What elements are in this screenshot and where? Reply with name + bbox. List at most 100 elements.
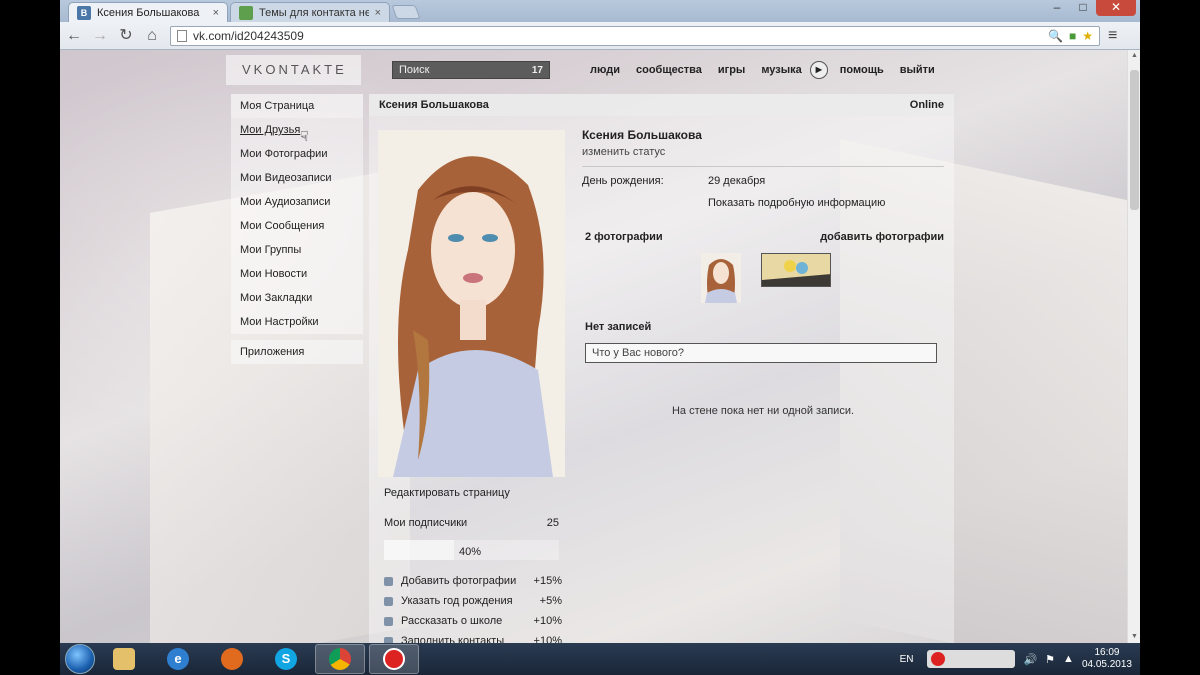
browser-toolbar: ← → ↻ ⌂ vk.com/id204243509 🔍 ■ ★ ≡ — [60, 22, 1140, 50]
nav-music[interactable]: музыка — [761, 64, 801, 76]
scroll-thumb[interactable] — [1130, 70, 1139, 210]
school-icon — [384, 616, 393, 626]
reload-button[interactable]: ↻ — [114, 25, 138, 47]
menu-applications[interactable]: Приложения — [231, 340, 363, 364]
back-button[interactable]: ← — [62, 25, 86, 47]
menu-my-groups[interactable]: Мои Группы — [231, 238, 363, 262]
close-window-button[interactable]: ✕ — [1096, 0, 1136, 16]
subscribers-row[interactable]: Мои подписчики 25 — [384, 517, 559, 529]
taskbar-chrome[interactable] — [315, 644, 365, 674]
page-scrollbar[interactable]: ▲ ▼ — [1127, 50, 1140, 643]
menu-label: Мои Фотографии — [240, 148, 328, 160]
tab-close-icon[interactable]: × — [213, 7, 219, 19]
menu-my-settings[interactable]: Мои Настройки — [231, 310, 363, 334]
task-value: +10% — [533, 615, 562, 627]
forward-button[interactable]: → — [88, 25, 112, 47]
browser-tabstrip: В Ксения Большакова × Темы для контакта … — [60, 0, 1140, 22]
camera-icon — [384, 576, 393, 586]
new-tab-button[interactable] — [391, 5, 421, 19]
menu-my-audio[interactable]: Мои Аудиозаписи — [231, 190, 363, 214]
menu-my-photos[interactable]: Мои Фотографии — [231, 142, 363, 166]
clock-date: 04.05.2013 — [1081, 659, 1132, 670]
taskbar-explorer[interactable] — [99, 644, 149, 674]
letterbox-right — [1140, 0, 1200, 675]
nav-games[interactable]: игры — [718, 64, 745, 76]
windows-taskbar: e S EN 🔊 ⚑ ▲ 16:09 04.05.2013 — [60, 643, 1140, 675]
profile-header-name: Ксения Большакова — [379, 99, 489, 111]
language-indicator[interactable]: EN — [900, 654, 914, 665]
menu-label: Мои Новости — [240, 268, 308, 280]
nav-help[interactable]: помощь — [840, 64, 884, 76]
task-label: Добавить фотографии — [401, 575, 517, 587]
photo-thumbnail[interactable] — [761, 253, 831, 287]
wall-post-input[interactable]: Что у Вас нового? — [585, 343, 937, 363]
profile-panel: Ксения Большакова Online Редактировать с… — [369, 94, 954, 647]
change-status-link[interactable]: изменить статус — [582, 146, 944, 158]
birthday-value[interactable]: 29 декабря — [708, 175, 765, 187]
menu-label: Моя Страница — [240, 100, 315, 112]
edit-page-link[interactable]: Редактировать страницу — [384, 487, 510, 499]
task-school[interactable]: Рассказать о школе +10% — [384, 615, 562, 627]
minimize-button[interactable]: – — [1044, 0, 1070, 16]
profile-info-column: Ксения Большакова изменить статус День р… — [582, 128, 944, 417]
taskbar-internet-explorer[interactable]: e — [153, 644, 203, 674]
taskbar-skype[interactable]: S — [261, 644, 311, 674]
task-birth-year[interactable]: Указать год рождения +5% — [384, 595, 562, 607]
taskbar-recorder[interactable] — [369, 644, 419, 674]
menu-my-videos[interactable]: Мои Видеозаписи — [231, 166, 363, 190]
menu-my-messages[interactable]: Мои Сообщения — [231, 214, 363, 238]
menu-label: Мои Сообщения — [240, 220, 325, 232]
menu-label: Мои Группы — [240, 244, 302, 256]
nav-people[interactable]: люди — [590, 64, 620, 76]
flag-icon[interactable]: ⚑ — [1045, 653, 1055, 666]
start-button[interactable] — [65, 644, 95, 674]
photo-thumbnail[interactable] — [701, 253, 741, 303]
tab-vk-profile[interactable]: В Ксения Большакова × — [68, 2, 228, 22]
vk-logo[interactable]: VKONTAKTE — [226, 55, 361, 85]
menu-my-friends[interactable]: Мои Друзья — [231, 118, 363, 142]
profile-avatar[interactable] — [378, 130, 565, 477]
tab-themes[interactable]: Темы для контакта не по × — [230, 2, 390, 22]
bookmark-star-icon[interactable]: ★ — [1082, 29, 1093, 43]
recorder-controls[interactable] — [927, 650, 1016, 668]
photos-count[interactable]: 2 фотографии — [585, 231, 663, 243]
show-details-link[interactable]: Показать подробную информацию — [708, 197, 944, 209]
network-icon[interactable]: ▲ — [1063, 653, 1074, 665]
record-stop-icon[interactable] — [931, 652, 946, 666]
menu-my-bookmarks[interactable]: Мои Закладки — [231, 286, 363, 310]
volume-icon[interactable]: 🔊 — [1023, 653, 1037, 666]
play-icon[interactable]: ▶ — [809, 61, 828, 79]
vk-left-menu: Моя Страница Мои Друзья Мои Фотографии М… — [231, 94, 363, 364]
nav-logout[interactable]: выйти — [900, 64, 935, 76]
firefox-icon — [221, 648, 243, 670]
page-icon — [177, 29, 187, 42]
thumbnail-image — [762, 254, 830, 286]
home-button[interactable]: ⌂ — [140, 25, 164, 47]
browser-menu-icon[interactable]: ≡ — [1108, 27, 1117, 45]
vk-search-box[interactable]: Поиск 17 — [392, 61, 550, 79]
extension-icon[interactable]: ■ — [1069, 29, 1076, 43]
taskbar-clock[interactable]: 16:09 04.05.2013 — [1082, 647, 1132, 671]
address-bar[interactable]: vk.com/id204243509 🔍 ■ ★ — [170, 25, 1100, 46]
task-value: +5% — [539, 595, 562, 607]
menu-label: Мои Друзья — [240, 124, 301, 136]
page-favicon-icon — [239, 5, 253, 20]
zoom-icon[interactable]: 🔍 — [1048, 29, 1063, 43]
taskbar-firefox[interactable] — [207, 644, 257, 674]
menu-label: Мои Аудиозаписи — [240, 196, 331, 208]
tab-close-icon[interactable]: × — [375, 7, 381, 19]
task-label: Рассказать о школе — [401, 615, 503, 627]
profile-completion-fill — [384, 540, 454, 560]
menu-my-news[interactable]: Мои Новости — [231, 262, 363, 286]
nav-communities[interactable]: сообщества — [636, 64, 702, 76]
vk-header: VKONTAKTE Поиск 17 люди сообщества игры … — [226, 55, 954, 85]
menu-label: Мои Видеозаписи — [240, 172, 332, 184]
maximize-button[interactable]: □ — [1070, 0, 1096, 16]
task-add-photos[interactable]: Добавить фотографии +15% — [384, 575, 562, 587]
search-count: 17 — [531, 64, 543, 76]
tab-title: Темы для контакта не по — [259, 6, 369, 19]
task-value: +15% — [533, 575, 562, 587]
add-photos-link[interactable]: добавить фотографии — [820, 231, 944, 243]
internet-explorer-icon: e — [167, 648, 189, 670]
menu-my-page[interactable]: Моя Страница — [231, 94, 363, 118]
